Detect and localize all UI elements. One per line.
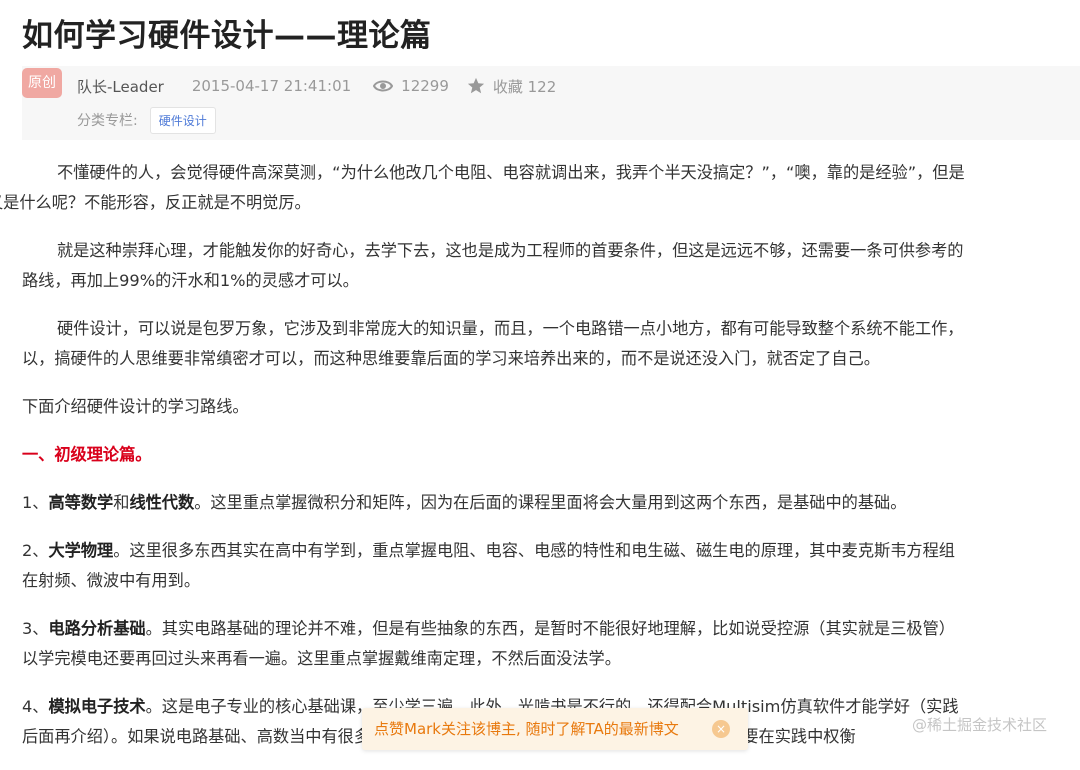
author-link[interactable]: 队长-Leader xyxy=(77,76,164,97)
category-label: 分类专栏: xyxy=(77,113,138,129)
article-title: 如何学习硬件设计——理论篇 xyxy=(22,18,432,54)
article-content: 不懂硬件的人，会觉得硬件高深莫测，“为什么他改几个电阻、电容就调出来，我弄个半天… xyxy=(0,158,1080,770)
article-meta-bar: 原创 队长-Leader 2015-04-17 21:41:01 12299 收… xyxy=(22,66,1080,140)
meta-row: 队长-Leader 2015-04-17 21:41:01 12299 收藏 1… xyxy=(77,76,556,96)
paragraph: 不懂硬件的人，会觉得硬件高深莫测，“为什么他改几个电阻、电容就调出来，我弄个半天… xyxy=(0,163,965,212)
publish-date: 2015-04-17 21:41:01 xyxy=(191,77,352,95)
eye-icon xyxy=(373,80,394,92)
category-row: 分类专栏: 硬件设计 xyxy=(77,106,216,134)
category-tag[interactable]: 硬件设计 xyxy=(149,106,216,134)
paragraph: 下面介绍硬件设计的学习路线。 xyxy=(22,397,249,416)
list-item: 2、大学物理。这里很多东西其实在高中有学到，重点掌握电阻、电容、电感的特性和电生… xyxy=(22,541,955,590)
section-heading: 一、初级理论篇。 xyxy=(22,445,152,464)
paragraph: 就是这种崇拜心理，才能触发你的好奇心，去学下去，这也是成为工程师的首要条件，但这… xyxy=(22,241,964,290)
favorite-count[interactable]: 收藏 122 xyxy=(493,76,556,97)
list-item: 1、高等数学和线性代数。这里重点掌握微积分和矩阵，因为在后面的课程里面将会大量用… xyxy=(22,493,907,512)
toast-message: 点赞Mark关注该博主, 随时了解TA的最新博文 xyxy=(374,720,679,738)
original-badge: 原创 xyxy=(22,68,62,98)
paragraph: 硬件设计，可以说是包罗万象，它涉及到非常庞大的知识量，而且，一个电路错一点小地方… xyxy=(22,319,964,368)
watermark: @稀土掘金技术社区 xyxy=(912,716,1048,734)
star-icon[interactable] xyxy=(467,77,485,95)
follow-toast[interactable]: 点赞Mark关注该博主, 随时了解TA的最新博文 × xyxy=(362,708,748,750)
list-item: 3、电路分析基础。其实电路基础的理论并不难，但是有些抽象的东西，是暂时不能很好地… xyxy=(22,619,955,668)
view-count: 12299 xyxy=(401,77,449,95)
close-icon[interactable]: × xyxy=(712,720,730,738)
